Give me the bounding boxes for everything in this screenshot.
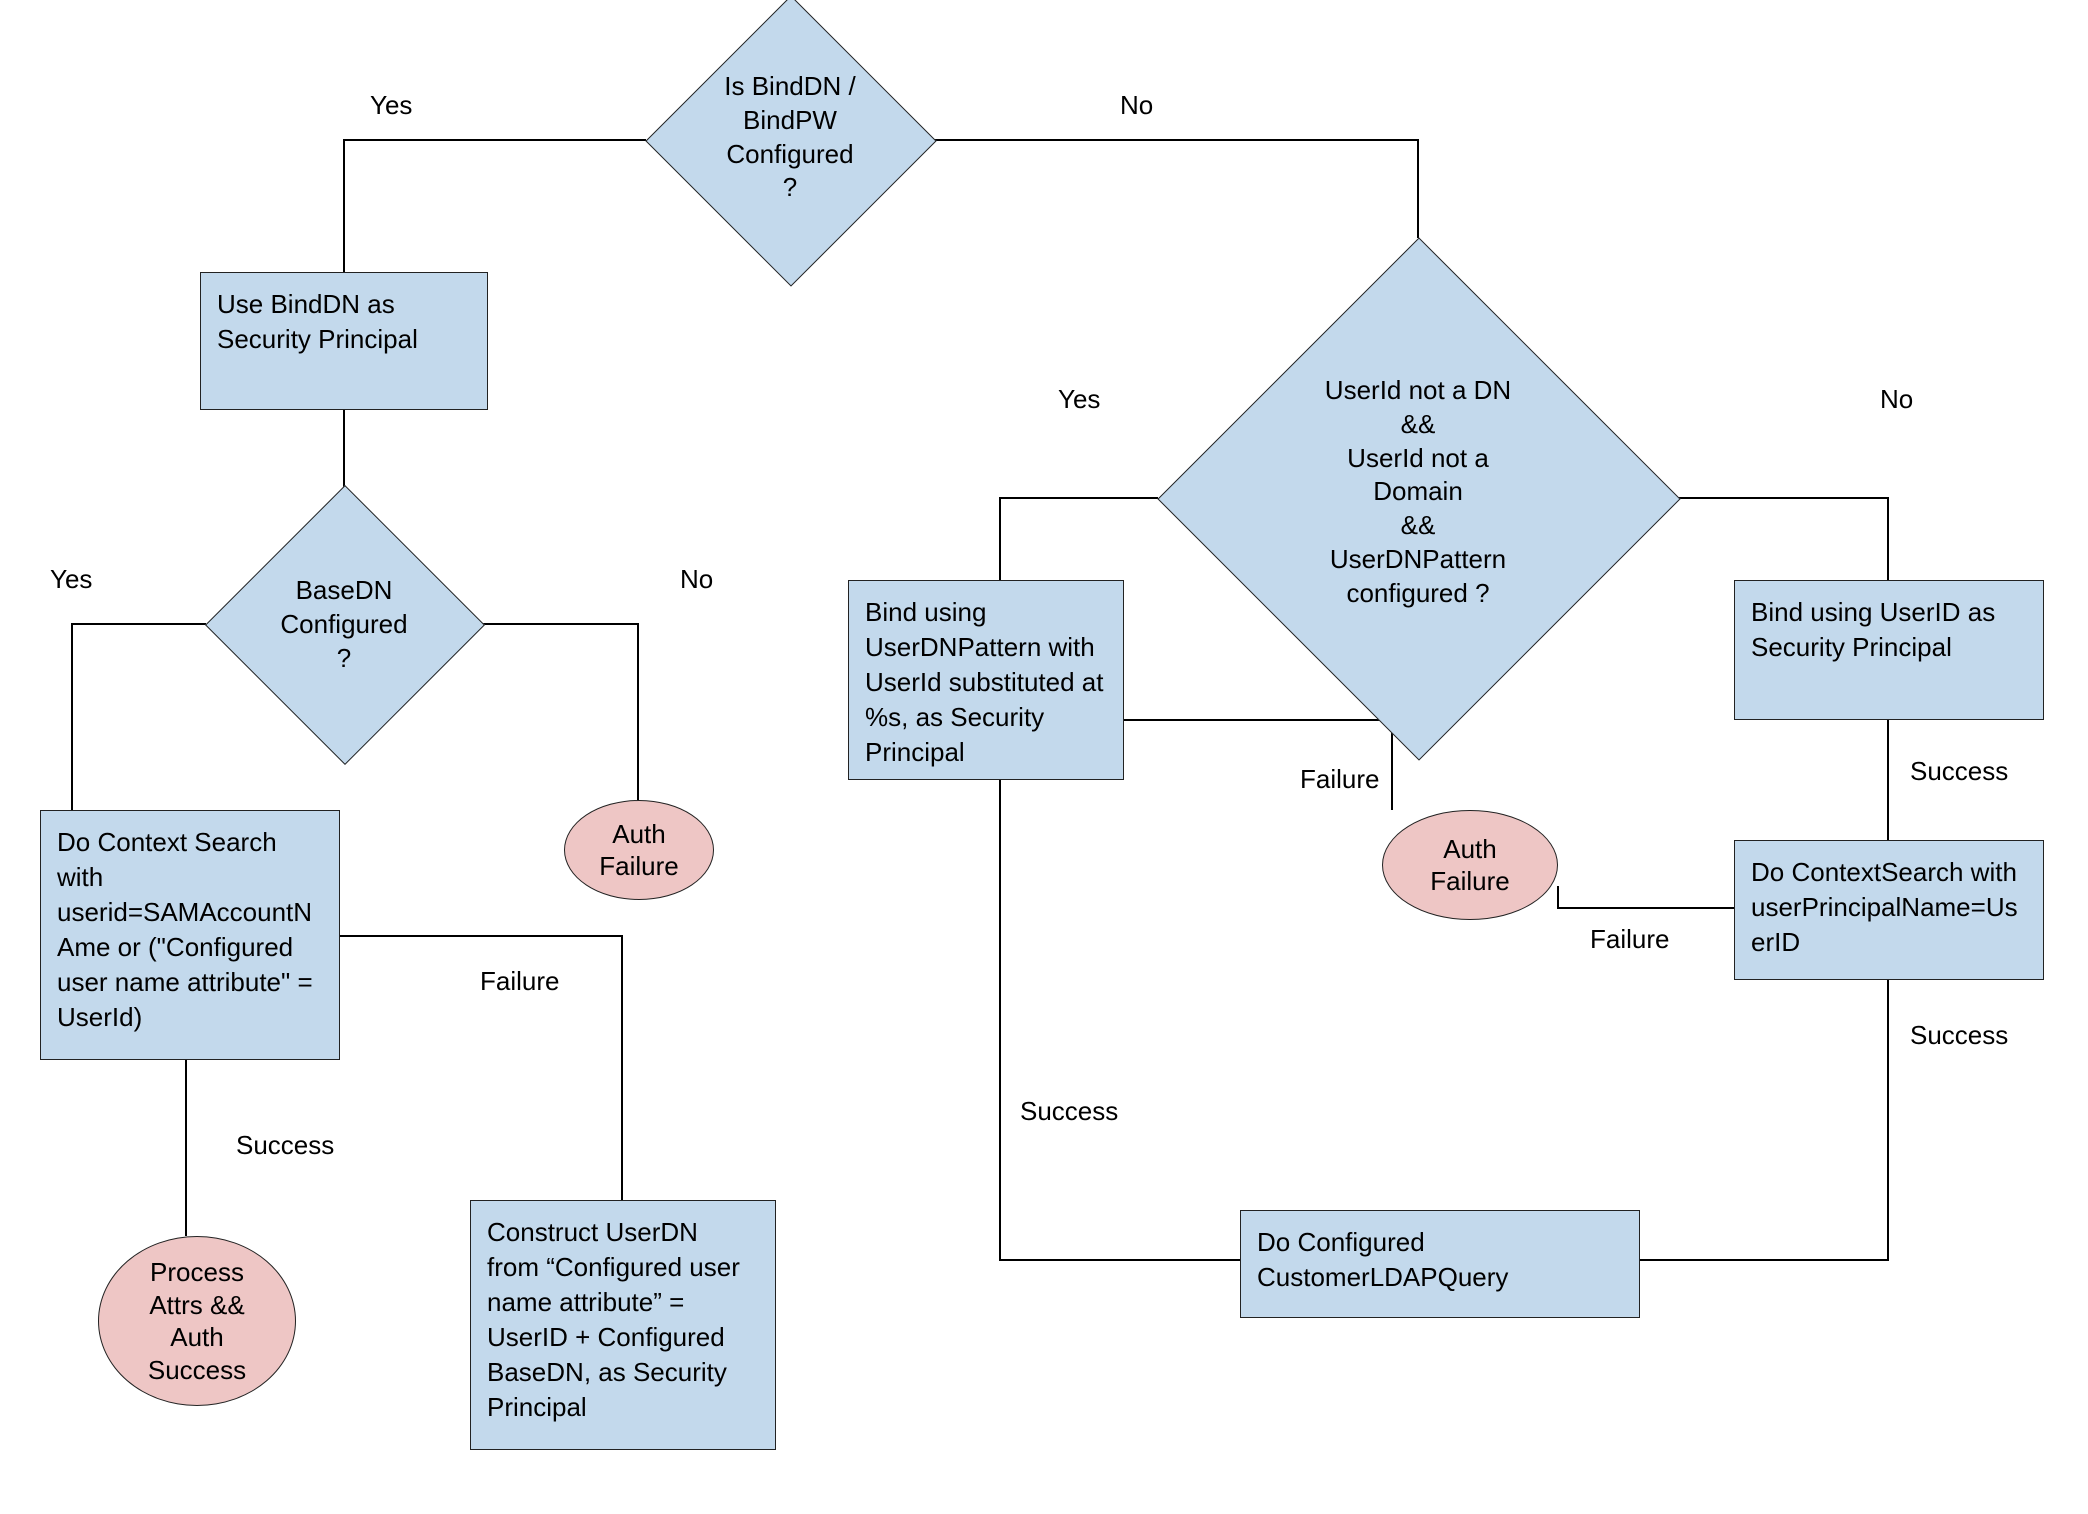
process-construct-userdn: Construct UserDN from “Configured user n…: [470, 1200, 776, 1450]
edge-label-failure: Failure: [1590, 924, 1669, 955]
process-text: Do ContextSearch with userPrincipalName=…: [1751, 857, 2018, 957]
edge-label-no: No: [680, 564, 713, 595]
edge-label-success: Success: [1910, 756, 2008, 787]
process-text: Bind using UserID as Security Principal: [1751, 597, 1995, 662]
terminal-text: Auth Failure: [1430, 833, 1509, 898]
decision-text: BaseDN Configured ?: [244, 574, 444, 675]
process-text: Do Context Search with userid=SAMAccount…: [57, 827, 313, 1032]
flowchart-canvas: Is BindDN / BindPW Configured ? Use Bind…: [20, 20, 2088, 1494]
edge-label-success: Success: [236, 1130, 334, 1161]
decision-text: UserId not a DN && UserId not a Domain &…: [1268, 374, 1568, 611]
process-text: Construct UserDN from “Configured user n…: [487, 1217, 740, 1422]
edge-label-no: No: [1880, 384, 1913, 415]
process-text: Use BindDN as Security Principal: [217, 289, 418, 354]
edge-label-failure: Failure: [1300, 764, 1379, 795]
edge-label-yes: Yes: [1058, 384, 1100, 415]
process-context-search-upn: Do ContextSearch with userPrincipalName=…: [1734, 840, 2044, 980]
process-bind-userid: Bind using UserID as Security Principal: [1734, 580, 2044, 720]
edge-label-no: No: [1120, 90, 1153, 121]
process-bind-userdnpattern: Bind using UserDNPattern with UserId sub…: [848, 580, 1124, 780]
terminal-auth-failure-2: Auth Failure: [1382, 810, 1558, 920]
decision-text: Is BindDN / BindPW Configured ?: [675, 70, 905, 205]
edge-label-success: Success: [1910, 1020, 2008, 1051]
edge-label-success: Success: [1020, 1096, 1118, 1127]
process-text: Do Configured CustomerLDAPQuery: [1257, 1227, 1508, 1292]
edge-label-yes: Yes: [370, 90, 412, 121]
edge-label-failure: Failure: [480, 966, 559, 997]
edge-label-yes: Yes: [50, 564, 92, 595]
terminal-text: Auth Failure: [599, 818, 678, 883]
terminal-auth-failure-1: Auth Failure: [564, 800, 714, 900]
terminal-text: Process Attrs && Auth Success: [148, 1256, 246, 1386]
process-customer-ldap-query: Do Configured CustomerLDAPQuery: [1240, 1210, 1640, 1318]
process-text: Bind using UserDNPattern with UserId sub…: [865, 597, 1103, 767]
terminal-auth-success: Process Attrs && Auth Success: [98, 1236, 296, 1406]
process-use-binddn: Use BindDN as Security Principal: [200, 272, 488, 410]
process-context-search: Do Context Search with userid=SAMAccount…: [40, 810, 340, 1060]
